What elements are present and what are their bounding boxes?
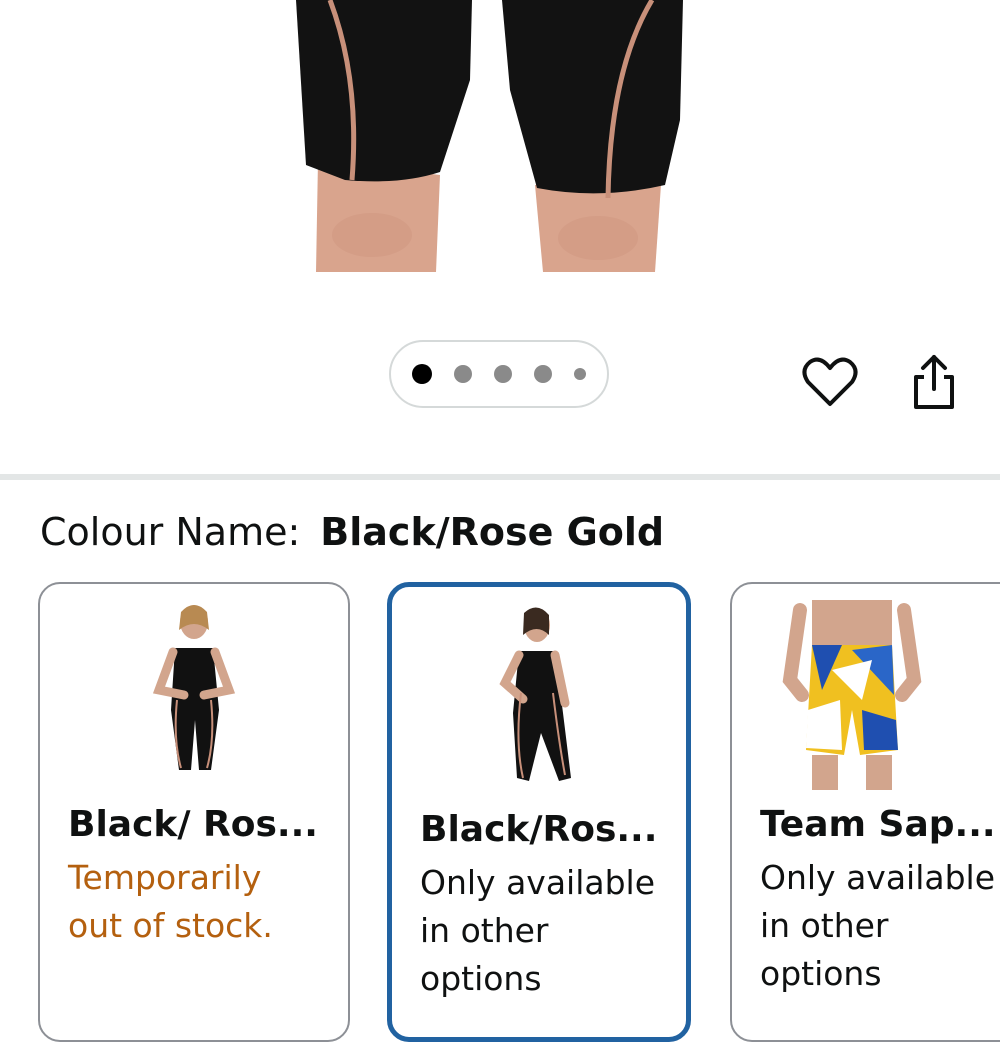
wishlist-button[interactable] bbox=[800, 352, 860, 412]
variant-status-line: Temporarily bbox=[68, 858, 262, 897]
colour-name-row: Colour Name: Black/Rose Gold bbox=[40, 510, 664, 554]
variant-card-selected[interactable]: Black/Ros... Only available in other opt… bbox=[387, 582, 691, 1042]
colour-name-value: Black/Rose Gold bbox=[320, 510, 665, 554]
heart-outline-icon bbox=[802, 357, 858, 406]
pagination-dot-active[interactable] bbox=[412, 364, 432, 384]
pagination-dot[interactable] bbox=[574, 368, 586, 380]
variant-card[interactable]: Black/ Ros... Temporarily out of stock. bbox=[38, 582, 350, 1042]
variant-thumbnail bbox=[782, 600, 922, 790]
variant-status-line: in other bbox=[420, 911, 549, 950]
variant-status-line: Only available bbox=[420, 863, 656, 902]
variant-status: Temporarily out of stock. bbox=[68, 854, 273, 950]
pagination-dot[interactable] bbox=[494, 365, 512, 383]
variant-status-line: Only available bbox=[760, 858, 996, 897]
variant-status: Only available in other options bbox=[760, 854, 995, 998]
share-button[interactable] bbox=[904, 352, 964, 412]
variant-status-line: options bbox=[420, 959, 542, 998]
variant-status-line: options bbox=[760, 954, 882, 993]
pagination-dot[interactable] bbox=[534, 365, 552, 383]
pagination-dot[interactable] bbox=[454, 365, 472, 383]
section-divider bbox=[0, 474, 1000, 480]
product-main-image[interactable] bbox=[0, 0, 1000, 280]
variant-card[interactable]: Team Sap... Only available in other opti… bbox=[730, 582, 1000, 1042]
variant-title: Black/Ros... bbox=[420, 809, 658, 850]
variant-thumbnail bbox=[499, 607, 571, 781]
colour-name-label: Colour Name: bbox=[40, 510, 301, 554]
variant-status: Only available in other options bbox=[420, 859, 655, 1003]
variant-status-line: in other bbox=[760, 906, 889, 945]
product-photo bbox=[296, 0, 683, 272]
variant-status-line: out of stock. bbox=[68, 906, 273, 945]
share-icon bbox=[914, 355, 954, 409]
variant-title: Team Sap... bbox=[760, 804, 996, 845]
image-pagination[interactable] bbox=[389, 340, 609, 408]
variant-title: Black/ Ros... bbox=[68, 804, 318, 845]
variant-thumbnail bbox=[152, 605, 236, 770]
